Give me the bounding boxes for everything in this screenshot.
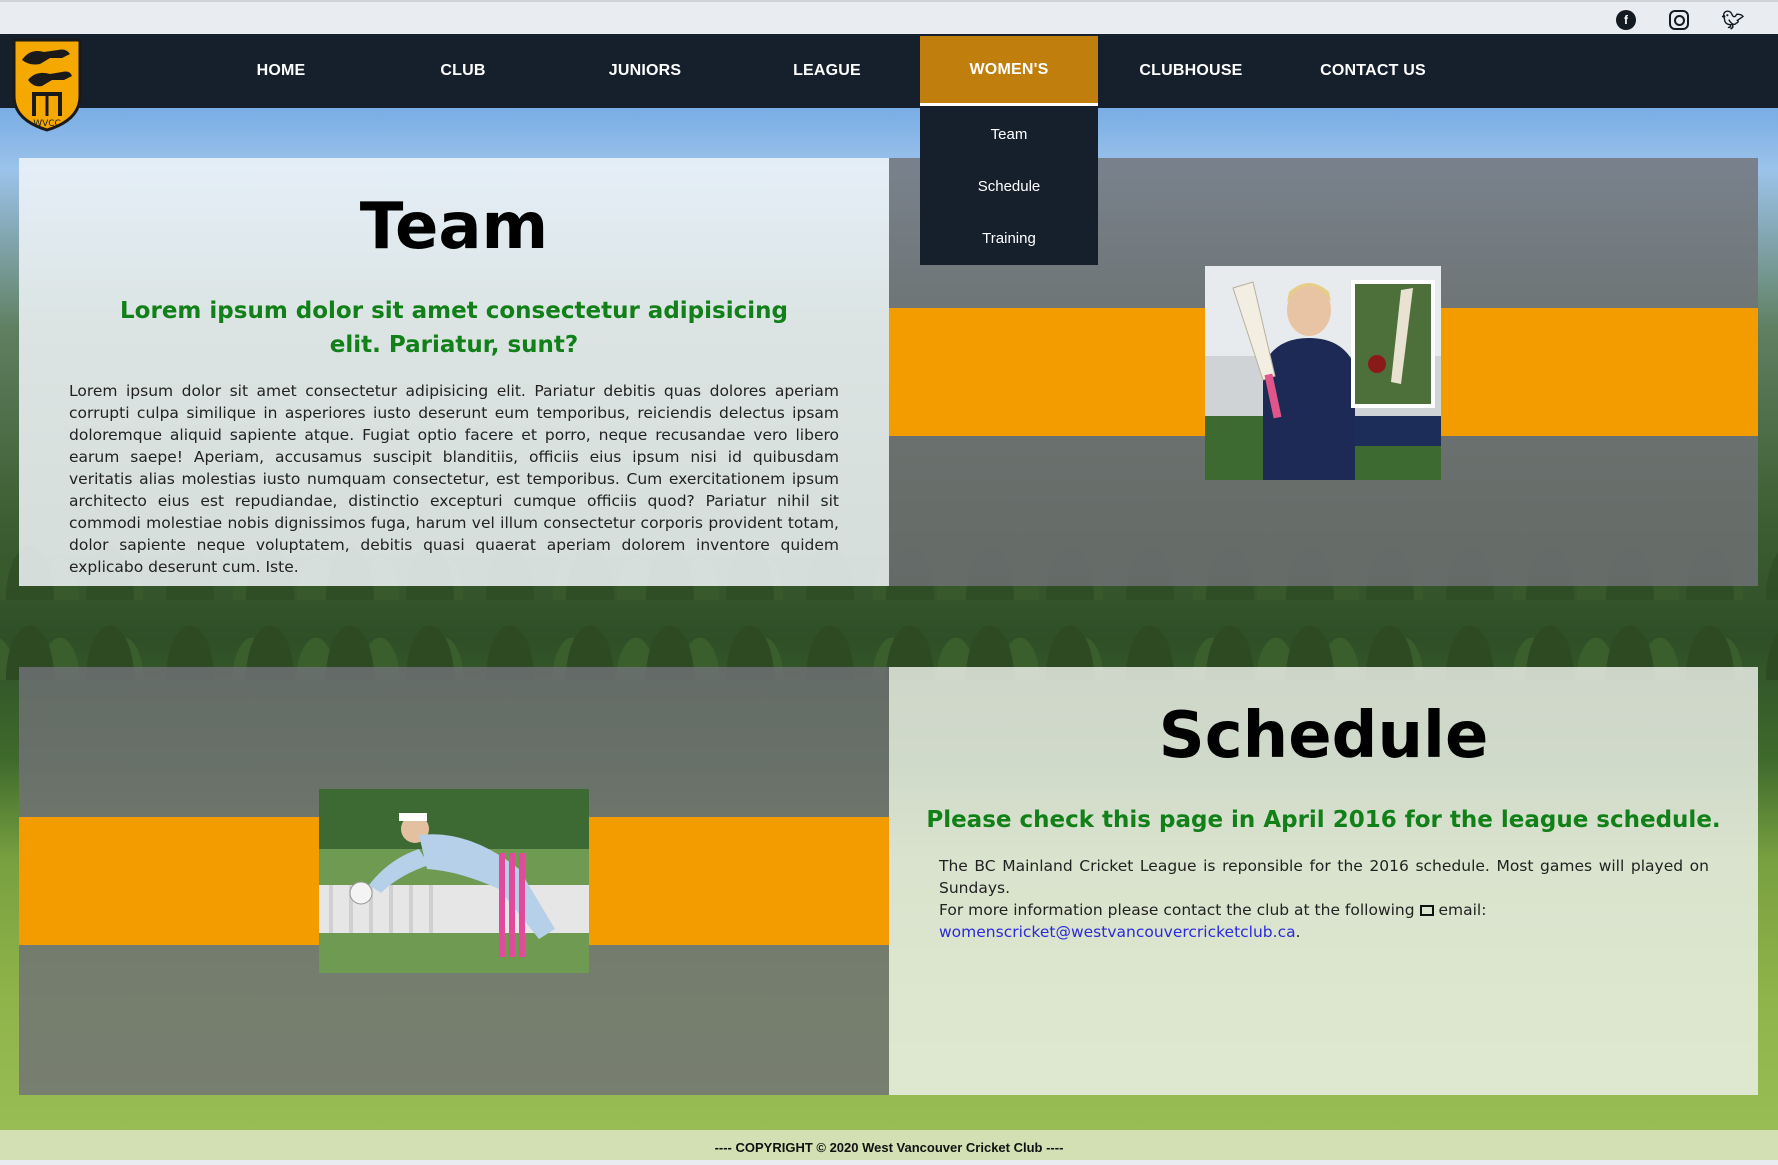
schedule-email-label: email: [1438, 901, 1487, 919]
nav-club[interactable]: CLUB [374, 34, 552, 108]
nav-juniors[interactable]: JUNIORS [556, 34, 734, 108]
club-logo[interactable]: WVCC [10, 36, 84, 132]
nav-clubhouse[interactable]: CLUBHOUSE [1102, 34, 1280, 108]
facebook-icon[interactable]: f [1616, 10, 1636, 30]
schedule-line-2: For more information please contact the … [939, 899, 1709, 921]
footer-copyright: ---- COPYRIGHT © 2020 West Vancouver Cri… [714, 1140, 1064, 1155]
email-link[interactable]: womenscricket@westvancouvercricketclub.c… [939, 923, 1296, 941]
nav-home[interactable]: HOME [192, 34, 370, 108]
envelope-icon [1419, 905, 1434, 916]
social-bar: f 🐦︎ [0, 0, 1778, 34]
team-subtitle: Lorem ipsum dolor sit amet consectetur a… [120, 298, 788, 358]
team-text-panel: Team Lorem ipsum dolor sit amet consecte… [19, 158, 889, 586]
main-nav: HOME CLUB JUNIORS LEAGUE WOMEN'S CLUBHOU… [0, 34, 1778, 108]
schedule-text-panel: Schedule Please check this page in April… [889, 667, 1758, 1095]
nav-womens[interactable]: WOMEN'S [920, 36, 1098, 106]
bottom-edge [0, 1160, 1778, 1165]
schedule-contact-text: For more information please contact the … [939, 901, 1415, 919]
schedule-title: Schedule [1158, 699, 1489, 773]
schedule-image-panel [19, 667, 889, 1095]
twitter-icon[interactable]: 🐦︎ [1722, 10, 1745, 30]
wicketkeeper-photo [319, 789, 589, 973]
team-body-text: Lorem ipsum dolor sit amet consectetur a… [69, 382, 839, 576]
team-player-photo [1205, 266, 1441, 480]
dropdown-item-training[interactable]: Training [920, 212, 1098, 264]
womens-dropdown-menu: Team Schedule Training [920, 108, 1098, 265]
nav-league[interactable]: LEAGUE [738, 34, 916, 108]
schedule-line-3: womenscricket@westvancouvercricketclub.c… [939, 921, 1709, 943]
team-title: Team [359, 190, 549, 264]
email-period: . [1295, 923, 1301, 941]
schedule-line-1: The BC Mainland Cricket League is repons… [939, 857, 1709, 897]
dropdown-item-schedule[interactable]: Schedule [920, 160, 1098, 212]
logo-text: WVCC [33, 119, 61, 129]
dropdown-item-team[interactable]: Team [920, 108, 1098, 160]
schedule-body: The BC Mainland Cricket League is repons… [939, 855, 1709, 943]
nav-contact-us[interactable]: CONTACT US [1284, 34, 1462, 108]
schedule-subtitle: Please check this page in April 2016 for… [926, 807, 1721, 833]
instagram-icon[interactable] [1669, 10, 1689, 30]
